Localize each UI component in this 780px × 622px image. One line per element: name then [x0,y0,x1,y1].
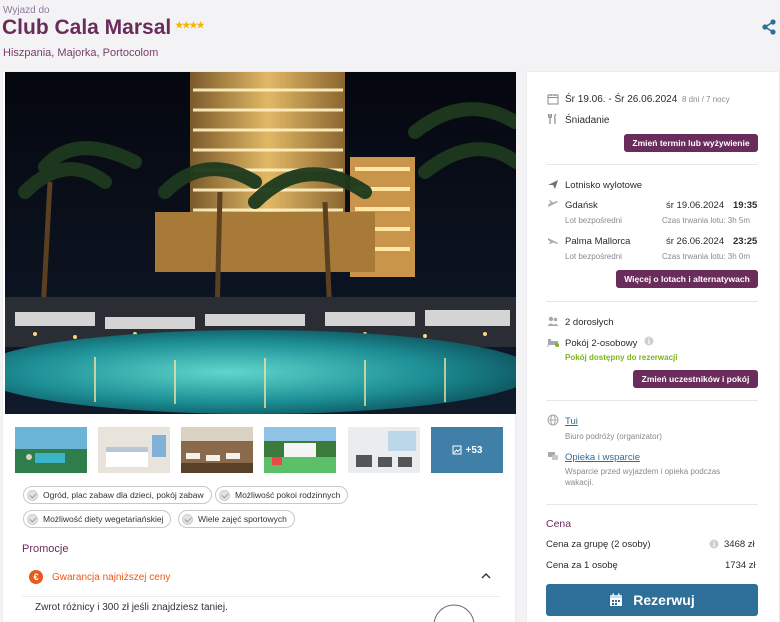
hotel-stars: ★★★★ [175,20,204,30]
promotion-label: Gwarancja najniższej ceny [52,571,171,583]
per-person-price-value: 1734 zł [725,560,756,571]
share-icon[interactable] [760,18,778,36]
chevron-up-icon[interactable] [481,571,491,581]
gallery-icon [452,445,462,455]
calendar-icon [610,593,623,606]
calendar-icon [547,94,559,105]
booking-summary-card: Śr 19.06. - Śr 26.06.2024 8 dni / 7 nocy… [526,71,780,622]
outbound-time: 19:35 [733,200,758,211]
check-icon [182,513,193,525]
feature-chip-label: Możliwość pokoi rodzinnych [235,490,341,500]
plane-landing-icon [548,238,558,244]
outbound-city: Gdańsk [565,200,598,211]
divider [546,504,758,505]
feature-chip-label: Wiele zajęć sportowych [198,514,287,524]
return-city: Palma Mallorca [565,236,631,247]
care-support-text: Wsparcie przed wyjazdem i opieka podczas [565,467,721,476]
plane-takeoff-icon [548,200,558,207]
return-time: 23:25 [733,236,758,247]
cutlery-icon [548,113,557,124]
thumbnail-playground[interactable] [264,427,336,473]
hotel-name: Club Cala Marsal [2,16,172,39]
thumbnail-bay[interactable] [15,427,87,473]
more-flights-button[interactable]: Więcej o lotach i alternatywach [616,270,758,288]
bed-icon [547,339,559,347]
thumbnail-room[interactable] [98,427,170,473]
feature-chip: Wiele zajęć sportowych [178,510,295,528]
info-icon[interactable] [644,336,654,346]
check-icon [27,513,38,525]
divider [546,164,758,165]
board-type: Śniadanie [565,115,610,126]
globe-icon [547,414,559,426]
promotions-heading: Promocje [22,543,69,555]
feature-chip-label: Możliwość diety wegetariańskiej [43,514,164,524]
reserve-button[interactable]: Rezerwuj [546,584,758,616]
room-availability: Pokój dostępny do rezerwacji [565,353,678,362]
group-price-value: 3468 zł [724,539,755,550]
plane-icon [548,180,558,189]
per-person-price-label: Cena za 1 osobę [546,560,618,571]
feature-chip: Możliwość pokoi rodzinnych [215,486,349,504]
divider [22,596,500,597]
destination-overline: Wyjazd do [3,5,50,16]
return-flight-type: Lot bezpośredni [565,252,622,261]
info-icon[interactable] [709,539,719,549]
promotion-description: Zwrot różnicy i 300 zł jeśli znajdziesz … [35,602,228,613]
outbound-date: śr 19.06.2024 [666,200,725,211]
outbound-flight-type: Lot bezpośredni [565,216,622,225]
organizer-link[interactable]: Tui [565,416,578,427]
divider [546,301,758,302]
hotel-gallery-card: +53 Ogród, plac zabaw dla dzieci, pokój … [2,71,516,622]
trip-dates: Śr 19.06. - Śr 26.06.2024 [565,94,678,105]
adults-count: 2 dorosłych [565,317,614,328]
organizer-role: Biuro podróży (organizator) [565,432,662,441]
change-term-button[interactable]: Zmień termin lub wyżywienie [624,134,758,152]
support-icon [548,452,558,460]
return-date: śr 26.06.2024 [666,236,725,247]
return-flight-duration: Czas trwania lotu: 3h 0m [662,252,751,261]
care-support-link[interactable]: Opieka i wsparcie [565,452,640,463]
feature-chip: Możliwość diety wegetariańskiej [23,510,172,528]
divider [546,400,758,401]
thumbnail-restaurant[interactable] [181,427,253,473]
trip-duration: 8 dni / 7 nocy [682,95,730,104]
feature-chip: Ogród, plac zabaw dla dzieci, pokój zaba… [23,486,212,504]
room-type: Pokój 2-osobowy [565,338,638,349]
check-icon [27,489,38,501]
users-icon [547,316,559,326]
price-guarantee-icon: € [29,570,43,584]
price-heading: Cena [546,518,572,530]
departure-airport-label: Lotnisko wylotowe [565,180,643,191]
price-guarantee-badge [431,601,477,622]
reserve-button-label: Rezerwuj [633,592,695,608]
group-price-label: Cena za grupę (2 osoby) [546,539,651,550]
change-participants-button[interactable]: Zmień uczestników i pokój [633,370,758,388]
thumbnail-gym[interactable] [348,427,420,473]
feature-chip-label: Ogród, plac zabaw dla dzieci, pokój zaba… [43,490,204,500]
thumbnail-strip: +53 [15,427,510,473]
hotel-title: Club Cala Marsal ★★★★ [2,16,205,40]
hotel-main-photo[interactable] [5,72,516,414]
outbound-flight-duration: Czas trwania lotu: 3h 5m [662,216,751,225]
page-header: Wyjazd do Club Cala Marsal ★★★★ Hiszpania… [0,0,780,72]
more-photos-count: +53 [465,444,483,456]
more-photos-button[interactable]: +53 [431,427,503,473]
promotion-accordion[interactable]: € Gwarancja najniższej ceny [29,567,495,587]
care-support-text: wakacji. [565,478,594,487]
check-icon [219,489,230,501]
hotel-location: Hiszpania, Majorka, Portocolom [3,47,159,59]
